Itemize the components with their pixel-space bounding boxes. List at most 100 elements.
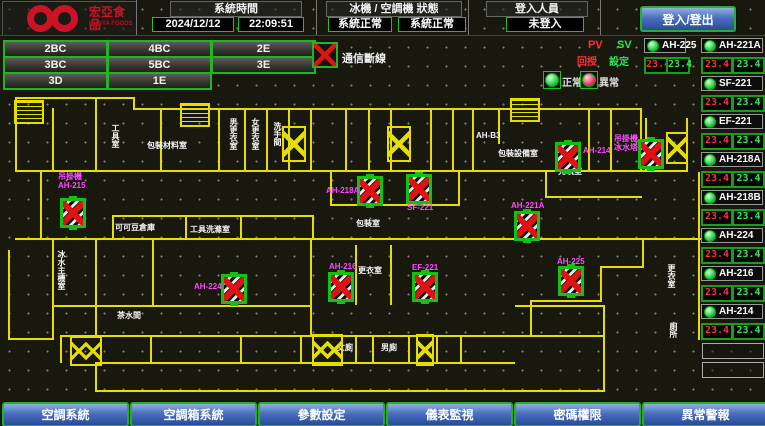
ahu-unit-icon[interactable] <box>328 272 354 302</box>
sv-value: 23.4 <box>732 133 765 150</box>
status-led-icon <box>704 40 716 52</box>
ahu-unit-icon[interactable] <box>412 272 438 302</box>
wall-segment <box>218 108 220 170</box>
system-time-label: 系統時間 <box>170 1 302 17</box>
equipment-row-sf-221[interactable]: SF-221 <box>701 76 763 91</box>
wall-segment <box>458 170 460 206</box>
wall-segment <box>355 335 357 363</box>
elevator-icon <box>282 126 306 162</box>
ahu-unit-label: AH-221A <box>511 201 544 210</box>
equipment-row-ah-221a[interactable]: AH-221A <box>701 38 763 53</box>
nav-button-2[interactable]: 空調箱系統 <box>130 402 257 426</box>
wall-segment <box>588 108 590 170</box>
ahu-unit-label: AH-216 <box>329 262 357 271</box>
login-logout-button[interactable]: 登入/登出 <box>640 6 736 32</box>
equipment-row-ah-224[interactable]: AH-224 <box>701 228 763 243</box>
room-label: 工具室 <box>110 124 121 148</box>
comm-fail-icon <box>312 42 338 68</box>
elevator-icon <box>416 334 434 366</box>
pv-label: PV <box>588 39 603 51</box>
nav-button-5[interactable]: 密碼權限 <box>514 402 641 426</box>
pv-value: 23.4 <box>701 323 733 340</box>
room-label: 男廁 <box>381 342 397 353</box>
floor-button-3e[interactable]: 3E <box>211 56 316 74</box>
pv-value: 23.4 <box>701 247 733 264</box>
wall-segment <box>266 108 268 170</box>
floor-button-3d[interactable]: 3D <box>3 72 108 90</box>
equipment-row-ef-221[interactable]: EF-221 <box>701 114 763 129</box>
wall-segment <box>310 240 312 337</box>
status-led-icon <box>704 116 716 128</box>
ahu-unit-icon[interactable] <box>558 266 584 296</box>
equipment-row-ah-218a[interactable]: AH-218A <box>701 152 763 167</box>
ahu-unit-label: EF-221 <box>412 263 438 272</box>
normal-led-box <box>543 71 561 89</box>
chiller-status-value: 系統正常 <box>328 17 392 32</box>
room-label: 女更衣室 <box>250 118 261 150</box>
wall-segment <box>515 305 605 307</box>
wall-segment <box>355 245 357 305</box>
logo-title: 宏亞食品 <box>89 6 136 32</box>
ahu-status-value: 系統正常 <box>398 17 466 32</box>
equipment-row-ah-214[interactable]: AH-214 <box>701 304 763 319</box>
pv-name-label: 回授 <box>577 53 597 68</box>
ahu-unit-icon[interactable] <box>221 274 247 304</box>
logo-subtitle: HUNYA FOODS <box>89 21 133 27</box>
pv-value: 23.4 <box>701 133 733 150</box>
wall-segment <box>40 170 42 240</box>
room-label: 包裝設備室 <box>498 148 538 159</box>
system-date-value: 2024/12/12 <box>152 17 234 32</box>
wall-segment <box>390 245 392 305</box>
wall-segment <box>95 362 515 364</box>
elevator-icon <box>312 334 343 366</box>
wall-segment <box>150 335 152 363</box>
ahu-unit-icon[interactable] <box>406 174 432 204</box>
ahu-unit-icon[interactable] <box>555 142 581 172</box>
wall-segment <box>460 335 462 363</box>
room-label: 工具洗滌室 <box>190 224 230 235</box>
status-led-icon <box>704 192 716 204</box>
ahu-unit-icon[interactable] <box>638 139 664 169</box>
wall-segment <box>95 240 97 337</box>
equipment-name: AH-214 <box>719 306 753 317</box>
sv-value: 23.4 <box>732 209 765 226</box>
wall-segment <box>60 335 62 363</box>
sv-value: 23.4 <box>732 323 765 340</box>
ahu-unit-icon[interactable] <box>514 211 540 241</box>
nav-button-4[interactable]: 儀表監視 <box>386 402 513 426</box>
equipment-row-ah-216[interactable]: AH-216 <box>701 266 763 281</box>
wall-segment <box>530 300 602 302</box>
nav-button-3[interactable]: 參數設定 <box>258 402 385 426</box>
nav-button-1[interactable]: 空調系統 <box>2 402 129 426</box>
equipment-name: AH-221A <box>719 40 761 51</box>
logo-ring-icon <box>27 5 54 32</box>
login-person-label: 登入人員 <box>486 1 588 17</box>
wall-segment <box>15 238 703 240</box>
wall-segment <box>600 266 602 302</box>
equipment-name: AH-218B <box>719 192 761 203</box>
elevator-icon <box>387 126 411 162</box>
equipment-row-ah-225[interactable]: AH-225 <box>644 38 686 53</box>
wall-segment <box>330 204 458 206</box>
wall-segment <box>372 335 374 363</box>
abnormal-led-box <box>580 71 598 89</box>
ahu-unit-label: AH-225 <box>557 257 585 266</box>
ahu-unit-label: 吊掛機 冰水塔 <box>614 134 638 152</box>
sv-value: 23.4 <box>732 95 765 112</box>
floor-button-1e[interactable]: 1E <box>107 72 212 90</box>
room-label: 冰水主機室 <box>56 250 67 290</box>
ahu-unit-icon[interactable] <box>60 198 86 228</box>
ahu-unit-icon[interactable] <box>357 176 383 206</box>
status-led-icon <box>704 78 716 90</box>
equipment-row-ah-218b[interactable]: AH-218B <box>701 190 763 205</box>
status-led-icon <box>704 154 716 166</box>
equipment-name: AH-218A <box>719 154 761 165</box>
pv-value: 23.4 <box>701 285 733 302</box>
sv-value: 23.4 <box>732 285 765 302</box>
status-led-icon <box>704 306 716 318</box>
wall-segment <box>452 108 454 170</box>
wall-segment <box>312 215 314 240</box>
wall-segment <box>8 338 54 340</box>
empty-equipment-slot <box>702 362 764 378</box>
nav-button-6[interactable]: 異常警報 <box>642 402 765 426</box>
